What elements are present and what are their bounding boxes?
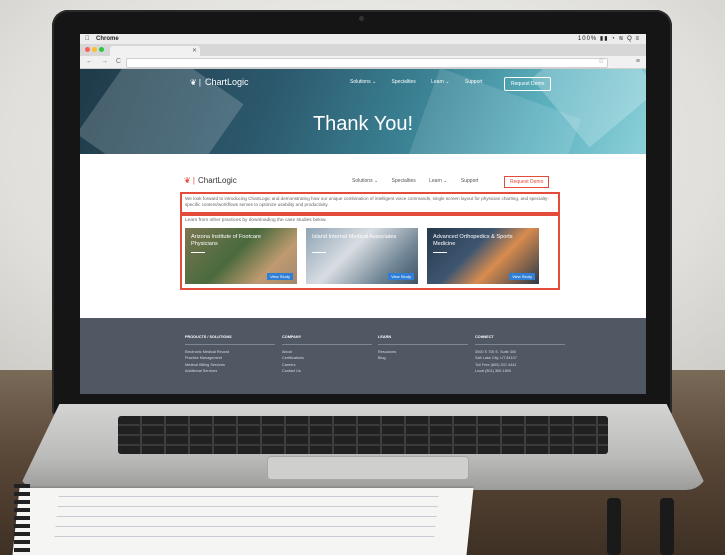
inner-nav-learn[interactable]: Learn ⌄ <box>429 178 447 184</box>
card-divider <box>312 252 326 253</box>
footer-link[interactable]: Contact Us <box>282 368 372 375</box>
card-title: Advanced Orthopedics & Sports Medicine <box>433 234 513 247</box>
notebook-spiral <box>14 482 30 552</box>
site-nav: Solutions ⌄ Specialties Learn ⌄ Support <box>350 79 496 85</box>
browser-tab[interactable] <box>110 46 200 56</box>
laptop-lid:  Chrome 100% ▮▮ ◔ ≋ Q ≡ ✕ ← → C Q ☆ ≡ ❦… <box>52 10 672 415</box>
browser-tabstrip: ✕ <box>80 44 646 56</box>
intro-text: We look forward to introducing ChartLogi… <box>185 196 549 208</box>
logo-text: ChartLogic <box>205 77 249 87</box>
view-study-button[interactable]: View Study <box>388 273 414 280</box>
inner-nav-solutions[interactable]: Solutions ⌄ <box>352 178 378 184</box>
nav-specialties[interactable]: Specialties <box>392 79 416 85</box>
footer-column-learn: LEARN Resources Blog <box>378 334 468 362</box>
card-title: Island Internal Medical Associates <box>312 234 397 240</box>
inner-request-demo-button[interactable]: Request Demo <box>504 176 550 188</box>
nav-learn[interactable]: Learn ⌄ <box>431 79 449 85</box>
footer-column-products: PRODUCTS / SOLUTIONS Electronic Medical … <box>185 334 275 375</box>
request-demo-button[interactable]: Request Demo <box>504 77 552 91</box>
inner-nav-specialties[interactable]: Specialties <box>392 178 416 184</box>
view-study-button[interactable]: View Study <box>509 273 535 280</box>
nav-solutions[interactable]: Solutions ⌄ <box>350 79 376 85</box>
hamburger-icon[interactable]: ≡ <box>636 56 640 68</box>
inner-nav: Solutions ⌄ Specialties Learn ⌄ Support <box>352 178 490 184</box>
tab-close-icon[interactable]: ✕ <box>192 46 197 56</box>
menubar-status: 100% ▮▮ ◔ ≋ Q ≡ <box>577 36 640 42</box>
webcam-icon <box>359 16 364 21</box>
spiral-notebook <box>12 488 474 555</box>
address-bar[interactable] <box>126 58 608 68</box>
footer-text: Local (801) 365-1800 <box>475 369 512 373</box>
logo-mark-icon: ❦ | <box>190 78 202 87</box>
inner-logo[interactable]: ❦ | ChartLogic <box>184 176 237 185</box>
footer-link[interactable]: Blog <box>378 355 468 362</box>
inner-nav-support[interactable]: Support <box>461 178 479 184</box>
inner-logo-text: ChartLogic <box>198 176 237 185</box>
case-study-card[interactable]: Advanced Orthopedics & Sports Medicine V… <box>427 228 539 284</box>
hero-banner: ❦ | ChartLogic Solutions ⌄ Specialties Le… <box>80 69 646 154</box>
highlight-intro-box: We look forward to introducing ChartLogi… <box>180 192 560 214</box>
case-studies-lead: Learn from other practices by downloadin… <box>185 218 327 223</box>
menubar-app-name[interactable]: Chrome <box>96 34 119 44</box>
keyboard-rows <box>118 416 608 454</box>
footer-column-company: COMPANY About Certifications Careers Con… <box>282 334 372 375</box>
footer-column-connect: CONNECT 3000 S 700 E, Suite 300 Salt Lak… <box>475 334 565 375</box>
star-icon[interactable]: ☆ <box>598 56 604 68</box>
browser-toolbar: ← → C Q ☆ ≡ <box>80 56 646 69</box>
page-title: Thank You! <box>312 113 414 135</box>
pen <box>607 498 621 555</box>
mac-menubar:  Chrome 100% ▮▮ ◔ ≋ Q ≡ <box>80 34 646 44</box>
apple-icon[interactable]:  <box>85 34 90 44</box>
inner-logo-mark-icon: ❦ | <box>184 176 196 185</box>
nav-support[interactable]: Support <box>465 79 483 85</box>
footer-heading: CONNECT <box>475 334 565 345</box>
window-close-icon[interactable] <box>85 47 90 52</box>
view-study-button[interactable]: View Study <box>267 273 293 280</box>
pen <box>660 498 674 555</box>
inner-page-screenshot: ❦ | ChartLogic Solutions ⌄ Specialties Le… <box>180 172 560 312</box>
case-study-card[interactable]: Arizona Institute of Footcare Physicians… <box>185 228 297 284</box>
footer-heading: COMPANY <box>282 334 372 345</box>
window-zoom-icon[interactable] <box>99 47 104 52</box>
card-divider <box>433 252 447 253</box>
laptop-screen:  Chrome 100% ▮▮ ◔ ≋ Q ≡ ✕ ← → C Q ☆ ≡ ❦… <box>80 34 646 394</box>
footer-heading: LEARN <box>378 334 468 345</box>
card-title: Arizona Institute of Footcare Physicians <box>191 234 261 247</box>
card-divider <box>191 252 205 253</box>
footer-link[interactable]: Additional Services <box>185 368 275 375</box>
highlight-case-studies-box: Learn from other practices by downloadin… <box>180 214 560 290</box>
trackpad <box>267 456 469 480</box>
notebook-lines <box>53 496 439 546</box>
case-study-card[interactable]: Island Internal Medical Associates View … <box>306 228 418 284</box>
site-footer: PRODUCTS / SOLUTIONS Electronic Medical … <box>80 318 646 394</box>
footer-heading: PRODUCTS / SOLUTIONS <box>185 334 275 345</box>
window-minimize-icon[interactable] <box>92 47 97 52</box>
site-logo[interactable]: ❦ | ChartLogic <box>190 77 249 87</box>
